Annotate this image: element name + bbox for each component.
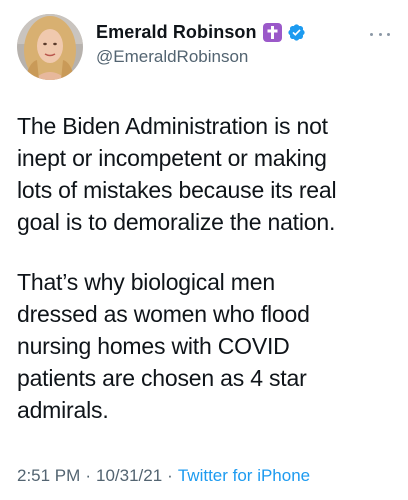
tweet-text-paragraph-1: The Biden Administration is not inept or… [17,113,337,235]
tweet-card: Emerald Robinson @EmeraldRobinson The Bi… [0,0,408,500]
tweet-source-link[interactable]: Twitter for iPhone [178,466,310,485]
author-name-row[interactable]: Emerald Robinson [96,20,306,44]
latin-cross-icon [262,22,282,42]
dot [387,32,390,36]
more-options-icon[interactable] [370,30,390,38]
separator: · [85,466,91,485]
author-display-name[interactable]: Emerald Robinson [96,22,257,43]
tweet-date[interactable]: 10/31/21 [96,466,162,485]
tweet-time[interactable]: 2:51 PM [17,466,80,485]
avatar-photo [17,14,83,80]
verified-badge-icon [287,23,306,42]
separator: · [167,466,173,485]
dot [378,32,382,36]
tweet-text-paragraph-2: That’s why biological men dressed as wom… [17,269,310,423]
author-handle[interactable]: @EmeraldRobinson [96,47,248,67]
tweet-meta: 2:51 PM · 10/31/21 · Twitter for iPhone [17,466,310,486]
avatar[interactable] [17,14,83,80]
dot [370,32,373,36]
